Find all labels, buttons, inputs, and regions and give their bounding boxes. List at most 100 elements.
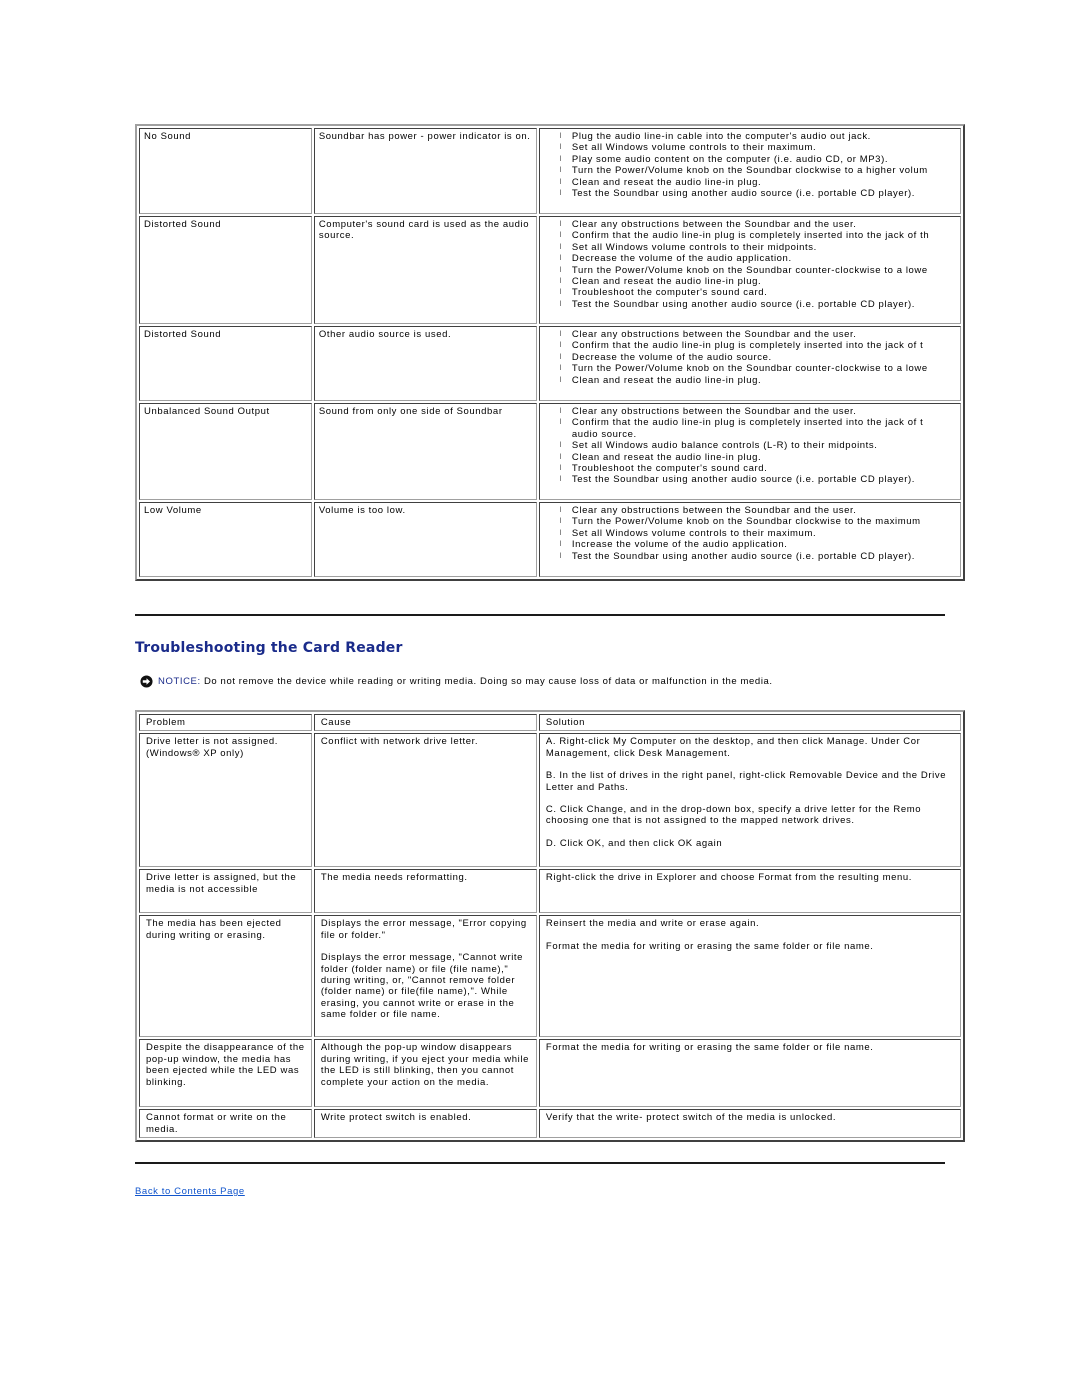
table-row: The media has been ejected during writin… xyxy=(139,915,961,1038)
back-to-contents-link[interactable]: Back to Contents Page xyxy=(135,1186,245,1197)
solution-item: Clear any obstructions between the Sound… xyxy=(560,329,956,341)
cause-cell: Conflict with network drive letter. xyxy=(313,733,537,868)
table-row: Unbalanced Sound Output Sound from only o… xyxy=(139,403,961,500)
solution-cell: Clear any obstructions between the Sound… xyxy=(538,403,961,500)
solution-item: Plug the audio line-in cable into the co… xyxy=(560,131,956,143)
solution-item: Confirm that the audio line-in plug is c… xyxy=(560,230,956,242)
cause-cell: Computer's sound card is used as the aud… xyxy=(313,216,537,324)
solution-cell: Plug the audio line-in cable into the co… xyxy=(538,128,961,214)
solution-item: Clear any obstructions between the Sound… xyxy=(560,406,956,418)
solution-item: Set all Windows volume controls to their… xyxy=(560,528,956,540)
solution-cell: Clear any obstructions between the Sound… xyxy=(538,216,961,324)
solution-item: Test the Soundbar using another audio so… xyxy=(560,474,956,486)
notice-box: NOTICE: Do not remove the device while r… xyxy=(140,675,773,688)
solution-cell: Right-click the drive in Explorer and ch… xyxy=(538,869,961,914)
solution-cell: Reinsert the media and write or erase ag… xyxy=(538,915,961,1038)
solution-item: Test the Soundbar using another audio so… xyxy=(560,188,956,200)
table-row: Cannot format or write on the media. Writ… xyxy=(139,1109,961,1139)
solution-paragraph: Format the media for writing or erasing … xyxy=(545,1042,874,1054)
solution-paragraph: Reinsert the media and write or erase ag… xyxy=(545,918,760,930)
cause-cell: The media needs reformatting. xyxy=(313,869,537,914)
table-row: Distorted Sound Other audio source is use… xyxy=(139,326,961,401)
table-row: Low VolumeVolume is too low. Clear any ob… xyxy=(139,502,961,577)
problem-cell: Distorted Sound xyxy=(139,216,312,324)
solution-list: Plug the audio line-in cable into the co… xyxy=(544,131,956,200)
table-row: Drive letter is assigned, but the media … xyxy=(139,869,961,914)
problem-cell: Despite the disappearance of the pop-up … xyxy=(139,1039,312,1108)
cause-cell: Displays the error message, "Error copyi… xyxy=(313,915,537,1038)
solution-item: Set all Windows volume controls to their… xyxy=(560,242,956,254)
solution-cell: Verify that the write- protect switch of… xyxy=(538,1109,961,1139)
section-divider-top xyxy=(135,614,945,616)
solution-cell: Clear any obstructions between the Sound… xyxy=(538,326,961,401)
solution-paragraph: C. Click Change, and in the drop-down bo… xyxy=(545,804,922,827)
solution-paragraph: Right-click the drive in Explorer and ch… xyxy=(545,872,913,884)
table-row: No Sound Soundbar has power - power indic… xyxy=(139,128,961,214)
cause-cell: Other audio source is used. xyxy=(313,326,537,401)
problem-cell: Low Volume xyxy=(139,502,312,577)
cause-paragraph: Conflict with network drive letter. xyxy=(320,736,479,748)
header-cause: Cause xyxy=(313,714,537,732)
cause-paragraph: The media needs reformatting. xyxy=(320,872,468,884)
solution-item: Clean and reseat the audio line-in plug. xyxy=(560,375,956,387)
cause-cell: Volume is too low. xyxy=(313,502,537,577)
notice-label: NOTICE: xyxy=(158,676,201,687)
solution-item: Turn the Power/Volume knob on the Soundb… xyxy=(560,516,956,528)
solution-item: Turn the Power/Volume knob on the Soundb… xyxy=(560,165,956,177)
solution-item: Turn the Power/Volume knob on the Soundb… xyxy=(560,363,956,375)
solution-item: Clean and reseat the audio line-in plug. xyxy=(560,177,956,189)
section-heading-card-reader: Troubleshooting the Card Reader xyxy=(135,640,403,656)
problem-cell: Cannot format or write on the media. xyxy=(139,1109,312,1139)
solution-paragraph: Verify that the write- protect switch of… xyxy=(545,1112,837,1124)
table-header-row: Problem Cause Solution xyxy=(139,714,961,732)
solution-item: Clear any obstructions between the Sound… xyxy=(560,505,956,517)
cause-paragraph: Write protect switch is enabled. xyxy=(320,1112,472,1124)
table-row: Drive letter is not assigned. (Windows® … xyxy=(139,733,961,868)
soundbar-troubleshooting-table: No Sound Soundbar has power - power indic… xyxy=(135,124,965,581)
solution-paragraph: B. In the list of drives in the right pa… xyxy=(545,770,947,793)
solution-item: Troubleshoot the computer's sound card. xyxy=(560,463,956,475)
solution-item: Test the Soundbar using another audio so… xyxy=(560,551,956,563)
problem-cell: Drive letter is assigned, but the media … xyxy=(139,869,312,914)
solution-item: Decrease the volume of the audio source. xyxy=(560,352,956,364)
solution-list: Clear any obstructions between the Sound… xyxy=(544,406,956,486)
section-divider-bottom xyxy=(135,1162,945,1164)
cause-cell: Although the pop-up window disappears du… xyxy=(313,1039,537,1108)
notice-text: Do not remove the device while reading o… xyxy=(200,676,773,687)
solution-paragraph: A. Right-click My Computer on the deskto… xyxy=(545,736,921,759)
problem-cell: No Sound xyxy=(139,128,312,214)
problem-cell: Drive letter is not assigned. (Windows® … xyxy=(139,733,312,868)
cause-cell: Sound from only one side of Soundbar xyxy=(313,403,537,500)
cause-cell: Write protect switch is enabled. xyxy=(313,1109,537,1139)
table-row: Distorted Sound Computer's sound card is … xyxy=(139,216,961,324)
solution-item: Clean and reseat the audio line-in plug. xyxy=(560,276,956,288)
solution-list: Clear any obstructions between the Sound… xyxy=(544,505,956,562)
solution-item: Decrease the volume of the audio applica… xyxy=(560,253,956,265)
solution-item: Turn the Power/Volume knob on the Soundb… xyxy=(560,265,956,277)
solution-cell: Format the media for writing or erasing … xyxy=(538,1039,961,1108)
arrow-right-circle-icon xyxy=(140,675,153,688)
solution-cell: Clear any obstructions between the Sound… xyxy=(538,502,961,577)
solution-list: Clear any obstructions between the Sound… xyxy=(544,219,956,311)
solution-item: Set all Windows volume controls to their… xyxy=(560,142,956,154)
solution-item: Confirm that the audio line-in plug is c… xyxy=(560,417,956,440)
cause-paragraph: Although the pop-up window disappears du… xyxy=(320,1042,529,1088)
header-problem: Problem xyxy=(139,714,312,732)
solution-item: Clear any obstructions between the Sound… xyxy=(560,219,956,231)
solution-item: Clean and reseat the audio line-in plug. xyxy=(560,452,956,464)
cause-paragraph: Displays the error message, "Cannot writ… xyxy=(320,952,524,1021)
problem-cell: Distorted Sound xyxy=(139,326,312,401)
solution-item: Increase the volume of the audio applica… xyxy=(560,539,956,551)
solution-cell: A. Right-click My Computer on the deskto… xyxy=(538,733,961,868)
table-row: Despite the disappearance of the pop-up … xyxy=(139,1039,961,1108)
solution-item: Confirm that the audio line-in plug is c… xyxy=(560,340,956,352)
problem-cell: The media has been ejected during writin… xyxy=(139,915,312,1038)
header-solution: Solution xyxy=(538,714,961,732)
solution-item: Set all Windows audio balance controls (… xyxy=(560,440,956,452)
problem-cell: Unbalanced Sound Output xyxy=(139,403,312,500)
solution-item: Test the Soundbar using another audio so… xyxy=(560,299,956,311)
solution-item: Play some audio content on the computer … xyxy=(560,154,956,166)
solution-list: Clear any obstructions between the Sound… xyxy=(544,329,956,386)
cause-cell: Soundbar has power - power indicator is … xyxy=(313,128,537,214)
card-reader-table: Problem Cause Solution Drive letter is n… xyxy=(135,710,965,1143)
